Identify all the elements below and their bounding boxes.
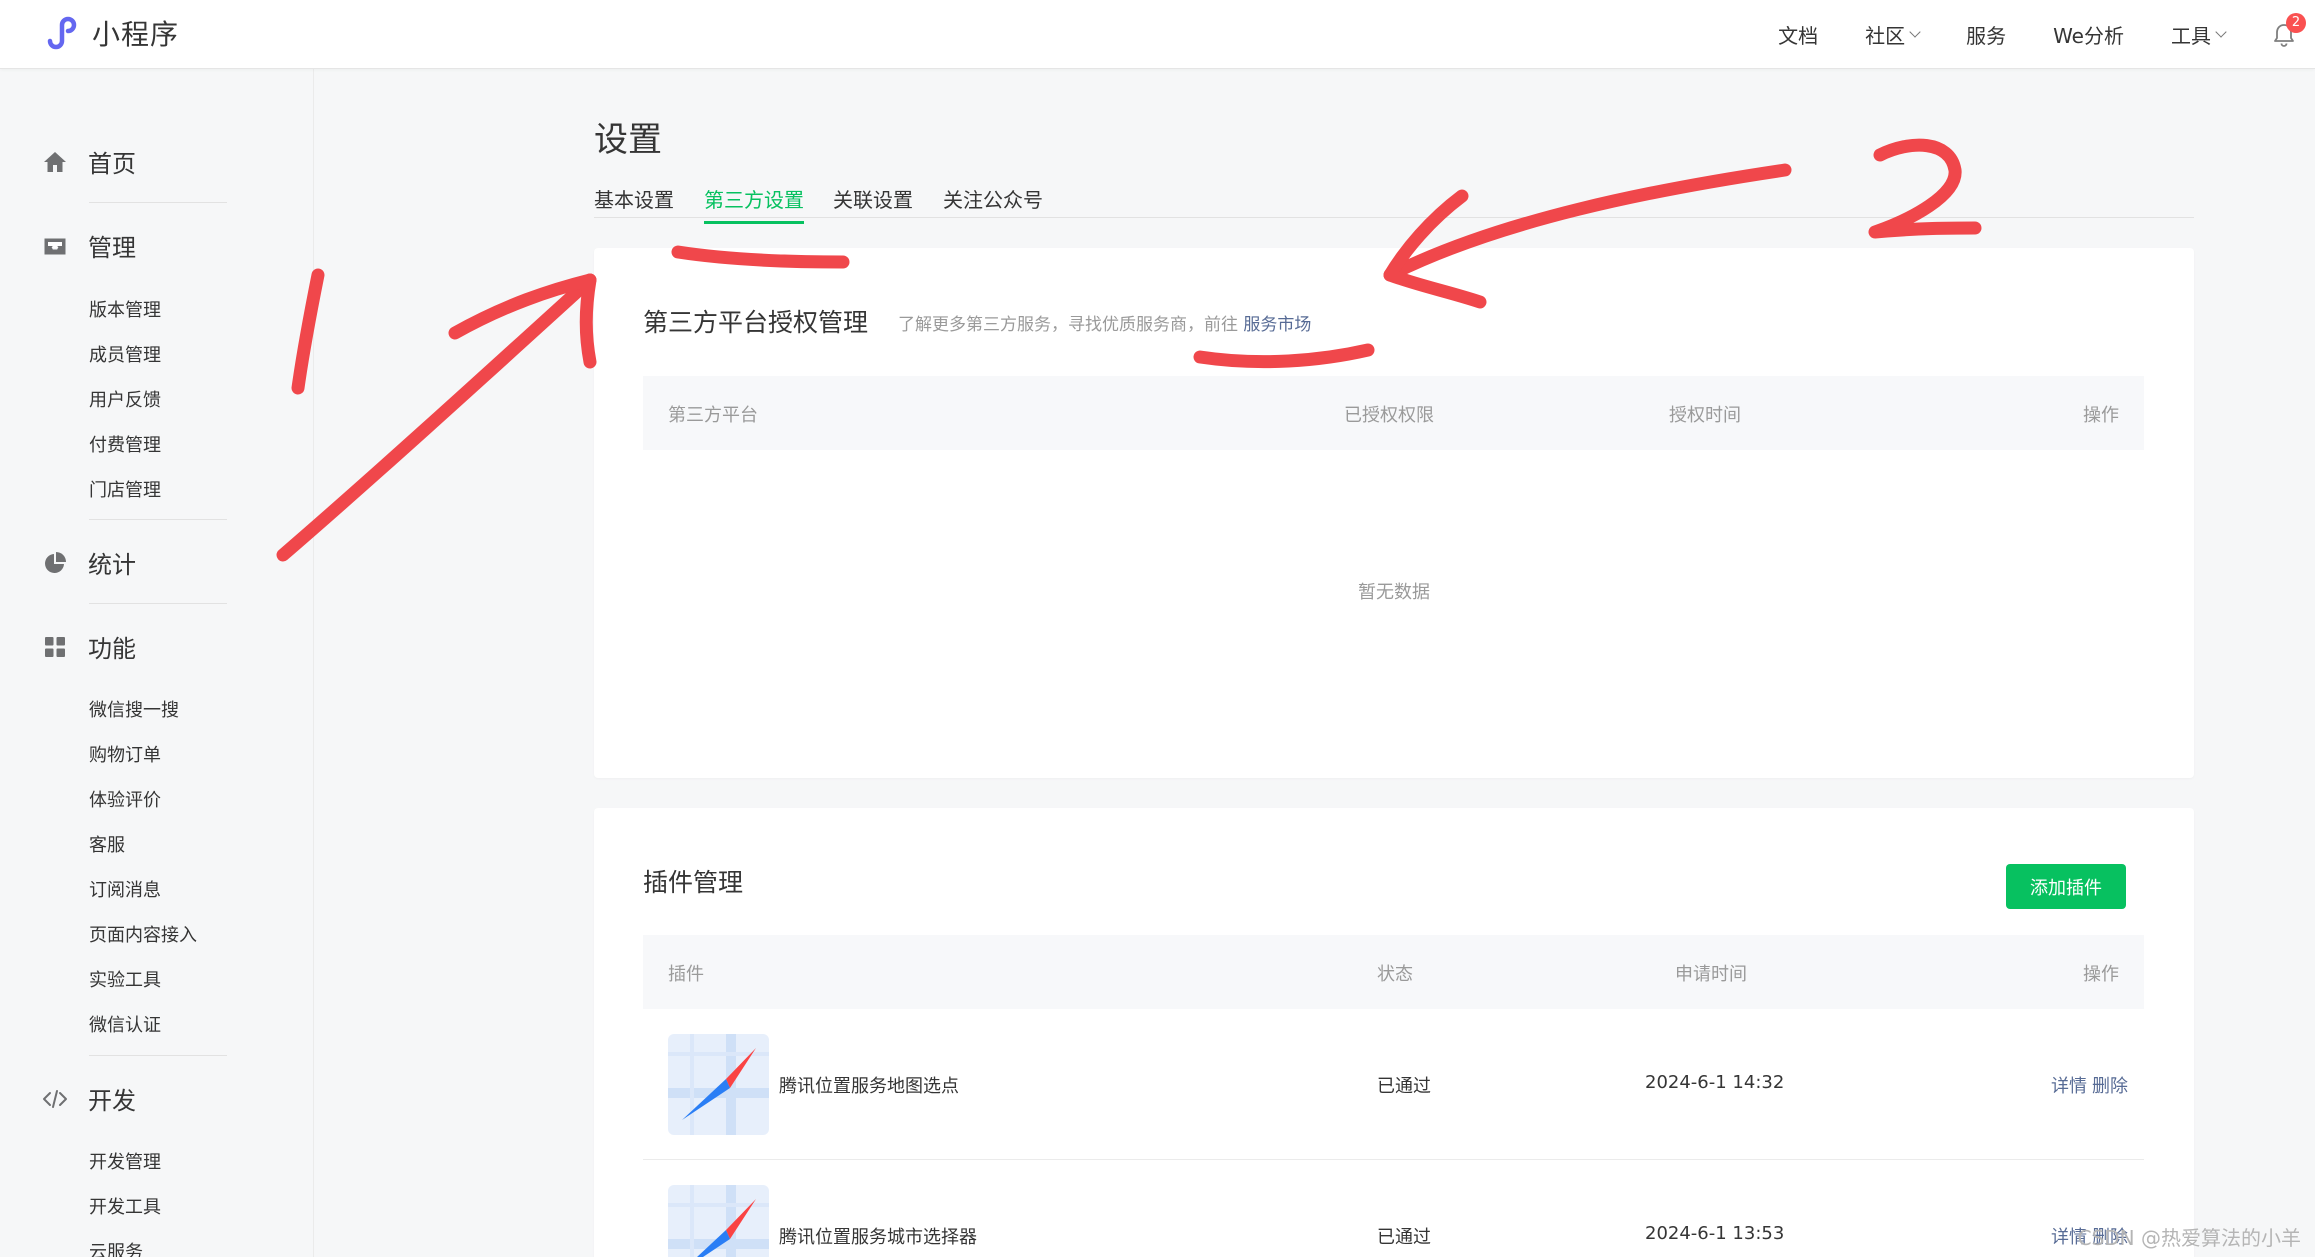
sidebar-divider bbox=[89, 603, 227, 604]
sidebar-group-features[interactable]: 功能 bbox=[42, 629, 136, 664]
third-party-tip: 了解更多第三方服务，寻找优质服务商，前往 服务市场 bbox=[898, 310, 1311, 335]
map-plugin-icon bbox=[668, 1185, 769, 1257]
service-market-link[interactable]: 服务市场 bbox=[1243, 315, 1311, 335]
tab-linked-settings[interactable]: 关联设置 bbox=[833, 184, 913, 221]
sidebar-divider bbox=[89, 202, 227, 203]
annotation-arrow-one-head bbox=[448, 273, 597, 369]
annotation-arrow-one bbox=[276, 273, 597, 562]
third-party-tip-text: 了解更多第三方服务，寻找优质服务商，前往 bbox=[898, 315, 1238, 335]
column-header-permissions: 已授权权限 bbox=[1344, 405, 1434, 426]
pie-chart-icon bbox=[42, 550, 68, 576]
plugin-apply-time: 2024-6-1 14:32 bbox=[1645, 1072, 1785, 1093]
sidebar: 首页 管理 版本管理 成员管理 用户反馈 付费管理 门店管理 统计 功能 微信搜… bbox=[0, 69, 314, 1257]
column-header-plugin: 插件 bbox=[668, 964, 704, 985]
plugin-table-header: 插件 状态 申请时间 操作 bbox=[643, 935, 2144, 1009]
plugin-delete-link[interactable]: 删除 bbox=[2092, 1072, 2128, 1098]
plugin-manage-title: 插件管理 bbox=[643, 868, 744, 897]
tab-basic-settings[interactable]: 基本设置 bbox=[594, 184, 674, 221]
third-party-table-header: 第三方平台 已授权权限 授权时间 操作 bbox=[643, 376, 2144, 450]
third-party-auth-title: 第三方平台授权管理 bbox=[643, 308, 869, 337]
top-nav: 文档 社区 服务 We分析 工具 2 bbox=[1778, 0, 2315, 69]
plugin-name: 腾讯位置服务地图选点 bbox=[779, 1076, 959, 1097]
column-header-auth-time: 授权时间 bbox=[1669, 405, 1741, 426]
settings-tabs: 基本设置 第三方设置 关联设置 关注公众号 bbox=[594, 180, 2194, 224]
nav-tools[interactable]: 工具 bbox=[2171, 20, 2227, 49]
chevron-down-icon bbox=[1909, 26, 1921, 38]
sidebar-item-version-manage[interactable]: 版本管理 bbox=[89, 296, 161, 322]
inbox-icon bbox=[42, 233, 68, 259]
sidebar-item-label: 首页 bbox=[88, 150, 136, 178]
sidebar-item-label: 开发 bbox=[88, 1087, 136, 1115]
nav-tools-label: 工具 bbox=[2171, 24, 2211, 48]
miniprogram-logo-icon bbox=[42, 11, 82, 55]
column-header-action: 操作 bbox=[2083, 405, 2119, 426]
sidebar-item-dev-tools[interactable]: 开发工具 bbox=[89, 1193, 161, 1219]
chevron-down-icon bbox=[2215, 26, 2227, 38]
column-header-status: 状态 bbox=[1377, 964, 1413, 985]
sidebar-divider bbox=[89, 519, 227, 520]
nav-service[interactable]: 服务 bbox=[1966, 20, 2006, 49]
tab-third-party-settings[interactable]: 第三方设置 bbox=[704, 184, 804, 224]
notification-badge: 2 bbox=[2286, 12, 2306, 33]
plugin-status: 已通过 bbox=[1377, 1076, 1431, 1097]
plugin-detail-link[interactable]: 详情 bbox=[2051, 1072, 2087, 1098]
app-logo[interactable]: 小程序 bbox=[42, 11, 179, 55]
top-bar: 小程序 文档 社区 服务 We分析 工具 2 bbox=[0, 0, 2315, 69]
sidebar-item-label: 统计 bbox=[88, 551, 136, 579]
sidebar-divider bbox=[89, 1055, 227, 1056]
tab-follow-official-account[interactable]: 关注公众号 bbox=[943, 184, 1043, 221]
sidebar-item-store-manage[interactable]: 门店管理 bbox=[89, 476, 161, 502]
sidebar-item-label: 管理 bbox=[88, 234, 136, 262]
sidebar-item-subscribe-message[interactable]: 订阅消息 bbox=[89, 876, 161, 902]
sidebar-group-manage[interactable]: 管理 bbox=[42, 228, 136, 263]
empty-state-text: 暂无数据 bbox=[1358, 582, 1430, 603]
sidebar-item-customer-service[interactable]: 客服 bbox=[89, 831, 125, 857]
sidebar-item-experiment-tools[interactable]: 实验工具 bbox=[89, 966, 161, 992]
sidebar-item-wechat-verify[interactable]: 微信认证 bbox=[89, 1011, 161, 1037]
sidebar-item-experience-review[interactable]: 体验评价 bbox=[89, 786, 161, 812]
page-title: 设置 bbox=[594, 120, 662, 160]
sidebar-item-payment-manage[interactable]: 付费管理 bbox=[89, 431, 161, 457]
code-icon bbox=[42, 1086, 68, 1112]
sidebar-item-label: 功能 bbox=[88, 635, 136, 663]
home-icon bbox=[42, 149, 68, 175]
third-party-auth-card: 第三方平台授权管理 了解更多第三方服务，寻找优质服务商，前往 服务市场 第三方平… bbox=[594, 248, 2194, 778]
column-header-platform: 第三方平台 bbox=[668, 405, 758, 426]
watermark: CSDN @热爱算法的小羊 bbox=[2077, 1226, 2301, 1250]
sidebar-item-wechat-search[interactable]: 微信搜一搜 bbox=[89, 696, 179, 722]
column-header-apply-time: 申请时间 bbox=[1675, 964, 1747, 985]
sidebar-item-page-content[interactable]: 页面内容接入 bbox=[89, 921, 197, 947]
sidebar-item-user-feedback[interactable]: 用户反馈 bbox=[89, 386, 161, 412]
nav-docs[interactable]: 文档 bbox=[1778, 20, 1818, 49]
plugin-manage-card: 插件管理 添加插件 插件 状态 申请时间 操作 腾讯位置服务地图选点 已通过 2… bbox=[594, 808, 2194, 1257]
nav-community[interactable]: 社区 bbox=[1865, 20, 1921, 49]
column-header-action: 操作 bbox=[2083, 964, 2119, 985]
nav-we-analytics[interactable]: We分析 bbox=[2053, 20, 2124, 49]
notification-button[interactable]: 2 bbox=[2271, 12, 2306, 48]
map-plugin-icon bbox=[668, 1034, 769, 1135]
sidebar-item-dev-manage[interactable]: 开发管理 bbox=[89, 1148, 161, 1174]
nav-community-label: 社区 bbox=[1865, 24, 1906, 48]
plugin-status: 已通过 bbox=[1377, 1227, 1431, 1248]
add-plugin-button[interactable]: 添加插件 bbox=[2006, 864, 2126, 909]
plugin-name: 腾讯位置服务城市选择器 bbox=[779, 1227, 977, 1248]
plugin-apply-time: 2024-6-1 13:53 bbox=[1645, 1223, 1785, 1244]
sidebar-item-member-manage[interactable]: 成员管理 bbox=[89, 341, 161, 367]
sidebar-item-shopping-order[interactable]: 购物订单 bbox=[89, 741, 161, 767]
table-row: 腾讯位置服务地图选点 已通过 2024-6-1 14:32 详情 删除 bbox=[643, 1009, 2144, 1160]
table-row: 腾讯位置服务城市选择器 已通过 2024-6-1 13:53 详情 删除 bbox=[643, 1160, 2144, 1257]
sidebar-item-home[interactable]: 首页 bbox=[42, 144, 136, 179]
sidebar-group-develop[interactable]: 开发 bbox=[42, 1081, 136, 1116]
sidebar-item-statistics[interactable]: 统计 bbox=[42, 545, 136, 580]
app-title: 小程序 bbox=[92, 18, 180, 51]
grid-icon bbox=[42, 634, 68, 660]
sidebar-item-cloud-service[interactable]: 云服务 bbox=[89, 1238, 143, 1257]
